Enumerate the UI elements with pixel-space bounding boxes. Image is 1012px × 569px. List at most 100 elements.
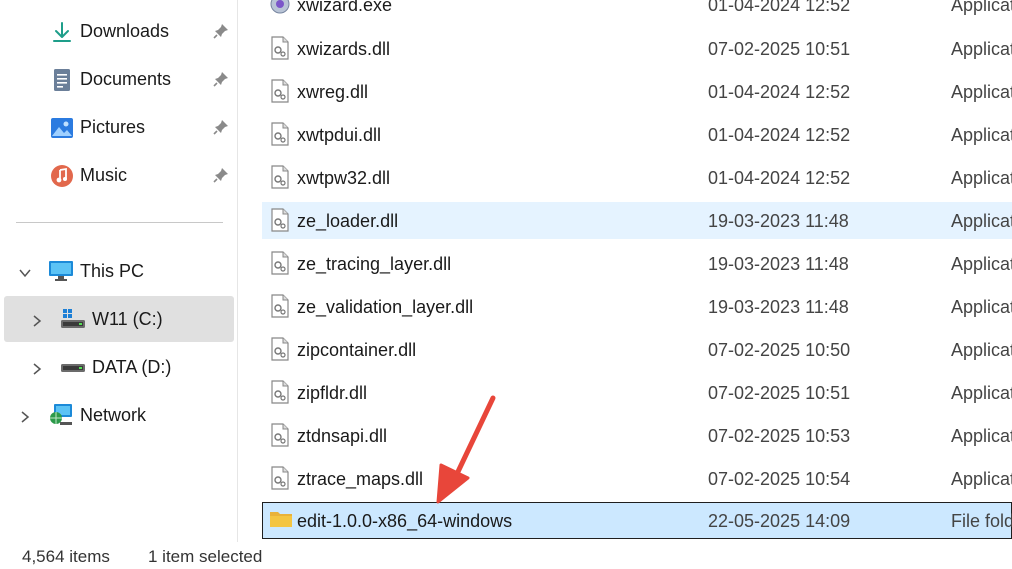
file-row[interactable]: ze_loader.dll 19-03-2023 11:48 Applicat (262, 202, 1012, 239)
file-row[interactable]: ze_validation_layer.dll 19-03-2023 11:48… (262, 288, 1012, 325)
status-bar: 4,564 items 1 item selected (0, 542, 1012, 569)
dll-file-icon (269, 165, 291, 189)
file-date: 01-04-2024 12:52 (708, 168, 851, 188)
file-date: 22-05-2025 14:09 (708, 511, 851, 531)
file-type: Applicat (951, 254, 1012, 274)
dll-file-icon (269, 294, 291, 318)
folder-icon (269, 508, 292, 532)
sidebar-item-drive-c[interactable]: W11 (C:) (4, 296, 234, 342)
file-row[interactable]: xwizard.exe 01-04-2024 12:52 Applicat (262, 0, 1012, 23)
exe-file-icon (269, 0, 291, 16)
chevron-right-icon[interactable] (18, 408, 32, 423)
file-name: ze_tracing_layer.dll (297, 254, 452, 274)
sidebar-item-network[interactable]: Network (0, 395, 236, 435)
sidebar-item-label: W11 (C:) (92, 309, 163, 329)
file-date: 01-04-2024 12:52 (708, 0, 851, 15)
file-type: Applicat (951, 469, 1012, 489)
file-date: 01-04-2024 12:52 (708, 125, 851, 145)
file-row[interactable]: xwreg.dll 01-04-2024 12:52 Applicat (262, 73, 1012, 110)
sidebar-item-pictures[interactable]: Pictures (0, 107, 236, 147)
sidebar-item-downloads[interactable]: Downloads (0, 11, 236, 51)
chevron-right-icon[interactable] (30, 312, 44, 327)
selection-status: 1 item selected (148, 547, 263, 566)
file-name: xwtpw32.dll (297, 168, 391, 188)
file-type: Applicat (951, 383, 1012, 403)
file-name: edit-1.0.0-x86_64-windows (297, 511, 513, 531)
navigation-pane: Downloads Documents Pictures Music This … (0, 0, 238, 542)
dll-file-icon (269, 79, 291, 103)
file-name: ze_loader.dll (297, 211, 399, 231)
sidebar-item-documents[interactable]: Documents (0, 59, 236, 99)
pin-icon[interactable] (212, 22, 230, 40)
file-row[interactable]: ze_tracing_layer.dll 19-03-2023 11:48 Ap… (262, 245, 1012, 282)
file-list: xwizard.exe 01-04-2024 12:52 Applicat xw… (262, 0, 1012, 542)
dll-file-icon (269, 208, 291, 232)
sidebar-item-label: Music (80, 165, 128, 185)
file-date: 19-03-2023 11:48 (708, 297, 849, 317)
file-type: Applicat (951, 39, 1012, 59)
file-date: 07-02-2025 10:53 (708, 426, 851, 446)
sidebar-item-music[interactable]: Music (0, 155, 236, 195)
file-type: Applicat (951, 82, 1012, 102)
file-type: Applicat (951, 426, 1012, 446)
dll-file-icon (269, 251, 291, 275)
music-icon (50, 164, 74, 188)
file-type: Applicat (951, 211, 1012, 231)
file-row[interactable]: xwtpdui.dll 01-04-2024 12:52 Applicat (262, 116, 1012, 153)
download-icon (50, 20, 74, 44)
sidebar-item-label: Downloads (80, 21, 170, 41)
file-date: 07-02-2025 10:51 (708, 383, 851, 403)
file-date: 07-02-2025 10:50 (708, 340, 851, 360)
file-name: xwizards.dll (297, 39, 391, 59)
dll-file-icon (269, 36, 291, 60)
file-type: Applicat (951, 340, 1012, 360)
sidebar-item-label: Network (80, 405, 147, 425)
file-name: zipfldr.dll (297, 383, 368, 403)
dll-file-icon (269, 380, 291, 404)
file-type: Applicat (951, 0, 1012, 15)
file-date: 07-02-2025 10:51 (708, 39, 851, 59)
pin-icon[interactable] (212, 70, 230, 88)
sidebar-divider (16, 222, 223, 223)
drive-icon (60, 355, 86, 379)
dll-file-icon (269, 423, 291, 447)
file-row[interactable]: zipcontainer.dll 07-02-2025 10:50 Applic… (262, 331, 1012, 368)
file-name: ztdnsapi.dll (297, 426, 388, 446)
file-row[interactable]: xwizards.dll 07-02-2025 10:51 Applicat (262, 30, 1012, 67)
item-count: 4,564 items (22, 547, 110, 566)
pin-icon[interactable] (212, 166, 230, 184)
file-row[interactable]: ztdnsapi.dll 07-02-2025 10:53 Applicat (262, 417, 1012, 454)
dll-file-icon (269, 122, 291, 146)
file-type: File fold (951, 511, 1012, 531)
file-name: ztrace_maps.dll (297, 469, 424, 489)
sidebar-item-label: Documents (80, 69, 172, 89)
file-row[interactable]: ztrace_maps.dll 07-02-2025 10:54 Applica… (262, 460, 1012, 497)
sidebar-item-this-pc[interactable]: This PC (0, 251, 236, 291)
file-name: xwtpdui.dll (297, 125, 382, 145)
file-type: Applicat (951, 168, 1012, 188)
file-type: Applicat (951, 297, 1012, 317)
file-name: ze_validation_layer.dll (297, 297, 474, 317)
sidebar-item-label: Pictures (80, 117, 146, 137)
file-date: 19-03-2023 11:48 (708, 254, 849, 274)
file-name: xwreg.dll (297, 82, 369, 102)
dll-file-icon (269, 466, 291, 490)
dll-file-icon (269, 337, 291, 361)
file-name: xwizard.exe (297, 0, 393, 15)
sidebar-item-label: DATA (D:) (92, 357, 172, 377)
file-row-selected[interactable]: edit-1.0.0-x86_64-windows 22-05-2025 14:… (262, 502, 1012, 539)
computer-icon (48, 259, 74, 283)
chevron-right-icon[interactable] (30, 360, 44, 375)
network-icon (48, 403, 74, 427)
picture-icon (50, 116, 74, 140)
file-name: zipcontainer.dll (297, 340, 417, 360)
sidebar-item-drive-d[interactable]: DATA (D:) (0, 347, 236, 387)
document-icon (50, 68, 74, 92)
file-date: 07-02-2025 10:54 (708, 469, 851, 489)
file-type: Applicat (951, 125, 1012, 145)
pin-icon[interactable] (212, 118, 230, 136)
drive-windows-icon (60, 307, 86, 331)
chevron-down-icon[interactable] (18, 264, 32, 278)
file-row[interactable]: xwtpw32.dll 01-04-2024 12:52 Applicat (262, 159, 1012, 196)
file-row[interactable]: zipfldr.dll 07-02-2025 10:51 Applicat (262, 374, 1012, 411)
